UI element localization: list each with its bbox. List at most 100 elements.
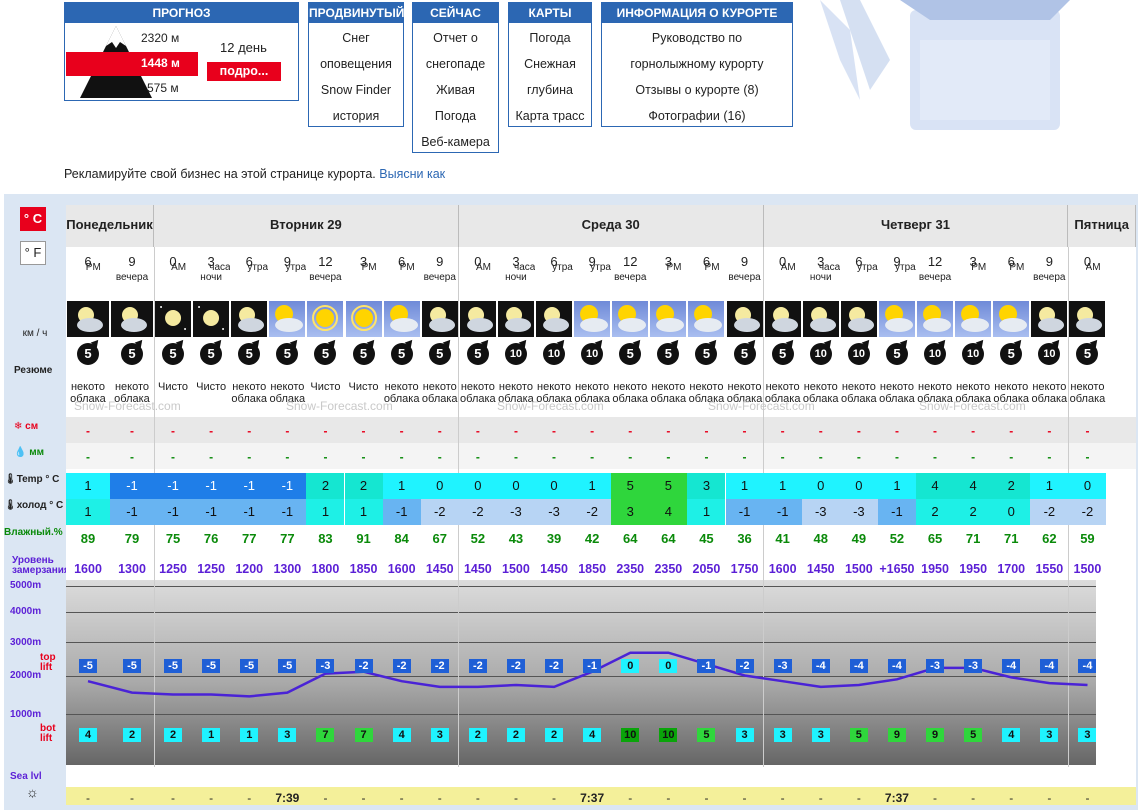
temp-value: -1 bbox=[268, 473, 307, 499]
humidity-value: 91 bbox=[356, 531, 371, 546]
chill-value: -1 bbox=[763, 499, 802, 525]
top-lift-temp: -4 bbox=[849, 659, 868, 673]
forecast-menu: ПРОГНОЗ 2320 м 1448 м 575 м 12 день подр… bbox=[64, 2, 299, 101]
summary-line1: Чисто bbox=[310, 381, 341, 393]
snow-value: - bbox=[475, 424, 480, 438]
alt-5000: 5000m bbox=[10, 580, 42, 591]
bot-lift-temp: 3 bbox=[735, 728, 754, 742]
temp-value: 4 bbox=[916, 473, 955, 499]
forecast-menu-header[interactable]: ПРОГНОЗ bbox=[65, 3, 298, 23]
pc-day-glyph bbox=[389, 305, 418, 332]
rain-value: - bbox=[1009, 450, 1014, 464]
bot-lift-temp: 7 bbox=[316, 728, 335, 742]
chill-value: 2 bbox=[916, 499, 955, 525]
menu-item[interactable]: Снег bbox=[342, 25, 369, 51]
freeze-value: 1250 bbox=[197, 562, 226, 576]
pc-night-icon bbox=[840, 301, 877, 337]
top-lift-temp: -4 bbox=[887, 659, 906, 673]
resort-info-menu-header[interactable]: ИНФОРМАЦИЯ О КУРОРТЕ bbox=[602, 3, 792, 23]
snow-value: - bbox=[323, 424, 328, 438]
temp-value: 1 bbox=[1030, 473, 1069, 499]
more-details-button[interactable]: подро... bbox=[207, 62, 281, 81]
summary-line1: некото bbox=[270, 381, 305, 393]
period-sub: утра bbox=[285, 262, 307, 273]
chill-value: -3 bbox=[535, 499, 574, 525]
snow-value: - bbox=[666, 424, 671, 438]
period-sub2: ночи bbox=[505, 272, 527, 283]
find-out-link[interactable]: Выясни как bbox=[379, 167, 445, 181]
maps-menu: КАРТЫ Погода Снежная глубина Карта трасс bbox=[508, 2, 592, 127]
thermometer-icon: 🌡 bbox=[4, 500, 17, 511]
menu-item[interactable]: глубина bbox=[527, 77, 573, 103]
menu-item[interactable]: Снежная bbox=[524, 51, 576, 77]
rain-value: - bbox=[1085, 450, 1090, 464]
sunrise-value: - bbox=[666, 791, 671, 805]
pc-night-icon bbox=[802, 301, 839, 337]
freeze-value: 1600 bbox=[768, 562, 797, 576]
forecast-table-panel: ° C ° F км / ч Резюме ❄ см 💧 мм 🌡Temp ° … bbox=[4, 194, 1138, 810]
maps-menu-header[interactable]: КАРТЫ bbox=[509, 3, 591, 23]
bot-lift-temp: 7 bbox=[354, 728, 373, 742]
rain-value: - bbox=[171, 450, 176, 464]
humidity-value: 65 bbox=[927, 531, 943, 546]
summary-line1: некото bbox=[575, 381, 610, 393]
top-lift-temp: -5 bbox=[79, 659, 97, 673]
wind-unit-label: км / ч bbox=[22, 328, 48, 339]
menu-item[interactable]: история bbox=[333, 103, 379, 129]
menu-item[interactable]: Руководство по bbox=[652, 25, 742, 51]
temp-value: 0 bbox=[839, 473, 878, 499]
sunrise-value: - bbox=[971, 791, 976, 805]
menu-item[interactable]: Snow Finder bbox=[321, 77, 391, 103]
now-menu-header[interactable]: СЕЙЧАС bbox=[413, 3, 498, 23]
temp-value: 3 bbox=[687, 473, 726, 499]
menu-item[interactable]: Отчет о bbox=[433, 25, 478, 51]
rain-value: - bbox=[742, 450, 747, 464]
menu-item[interactable]: Карта трасс bbox=[515, 103, 584, 129]
bot-lift-temp: 5 bbox=[697, 728, 716, 742]
freeze-value: 1800 bbox=[311, 562, 340, 576]
bot-lift-temp: 2 bbox=[123, 728, 141, 742]
advanced-menu: ПРОДВИНУТЫЙ Снег оповещения Snow Finder ист… bbox=[308, 2, 404, 127]
menu-item[interactable]: Отзывы о курорте (8) bbox=[635, 77, 758, 103]
snow-value: - bbox=[590, 424, 595, 438]
pc-night-glyph bbox=[1038, 307, 1065, 332]
humidity-value: 67 bbox=[432, 531, 447, 546]
pc-night-icon bbox=[764, 301, 801, 337]
pc-day-glyph bbox=[884, 305, 913, 332]
bot-lift-temp: 3 bbox=[430, 728, 449, 742]
chill-value: -2 bbox=[1030, 499, 1069, 525]
menu-item[interactable]: Погода bbox=[529, 25, 570, 51]
menu-item[interactable]: горнолыжному курорту bbox=[630, 51, 763, 77]
menu-item[interactable]: Живая bbox=[436, 77, 475, 103]
fahrenheit-toggle[interactable]: ° F bbox=[20, 241, 46, 265]
chill-value: -1 bbox=[110, 499, 154, 525]
celsius-toggle[interactable]: ° C bbox=[20, 207, 46, 231]
humidity-value: 77 bbox=[242, 531, 257, 546]
menu-item[interactable]: Погода bbox=[435, 103, 476, 129]
summary-line1: некото bbox=[422, 381, 457, 393]
humidity-value: 76 bbox=[203, 531, 219, 546]
period-sub2: вечера bbox=[423, 272, 456, 283]
pc-night-glyph bbox=[121, 307, 147, 332]
period-sub: утра bbox=[552, 262, 573, 273]
clear-night-glyph bbox=[160, 306, 187, 330]
advanced-menu-header[interactable]: ПРОДВИНУТЫЙ bbox=[309, 3, 404, 23]
menu-item[interactable]: Фотографии (16) bbox=[648, 103, 745, 129]
pc-day-glyph bbox=[999, 305, 1028, 332]
temp-value: 2 bbox=[992, 473, 1031, 499]
top-lift-temp: -1 bbox=[697, 659, 716, 673]
bot-lift-temp: 4 bbox=[392, 728, 411, 742]
chill-value: -3 bbox=[801, 499, 840, 525]
menu-item[interactable]: оповещения bbox=[320, 51, 392, 77]
period-sub2: ночи bbox=[200, 272, 222, 283]
humidity-value: 48 bbox=[813, 531, 828, 546]
top-lift-temp: -1 bbox=[583, 659, 602, 673]
resort-info-menu: ИНФОРМАЦИЯ О КУРОРТЕ Руководство по горно… bbox=[601, 2, 793, 127]
thermometer-icon: 🌡 bbox=[4, 474, 17, 485]
pc-day-icon bbox=[383, 301, 420, 337]
menu-item[interactable]: Веб-камера bbox=[421, 129, 490, 155]
menu-item[interactable]: снегопаде bbox=[426, 51, 485, 77]
sun-glyph bbox=[312, 305, 339, 331]
humidity-value: 64 bbox=[661, 531, 676, 546]
temp-value: -1 bbox=[192, 473, 231, 499]
